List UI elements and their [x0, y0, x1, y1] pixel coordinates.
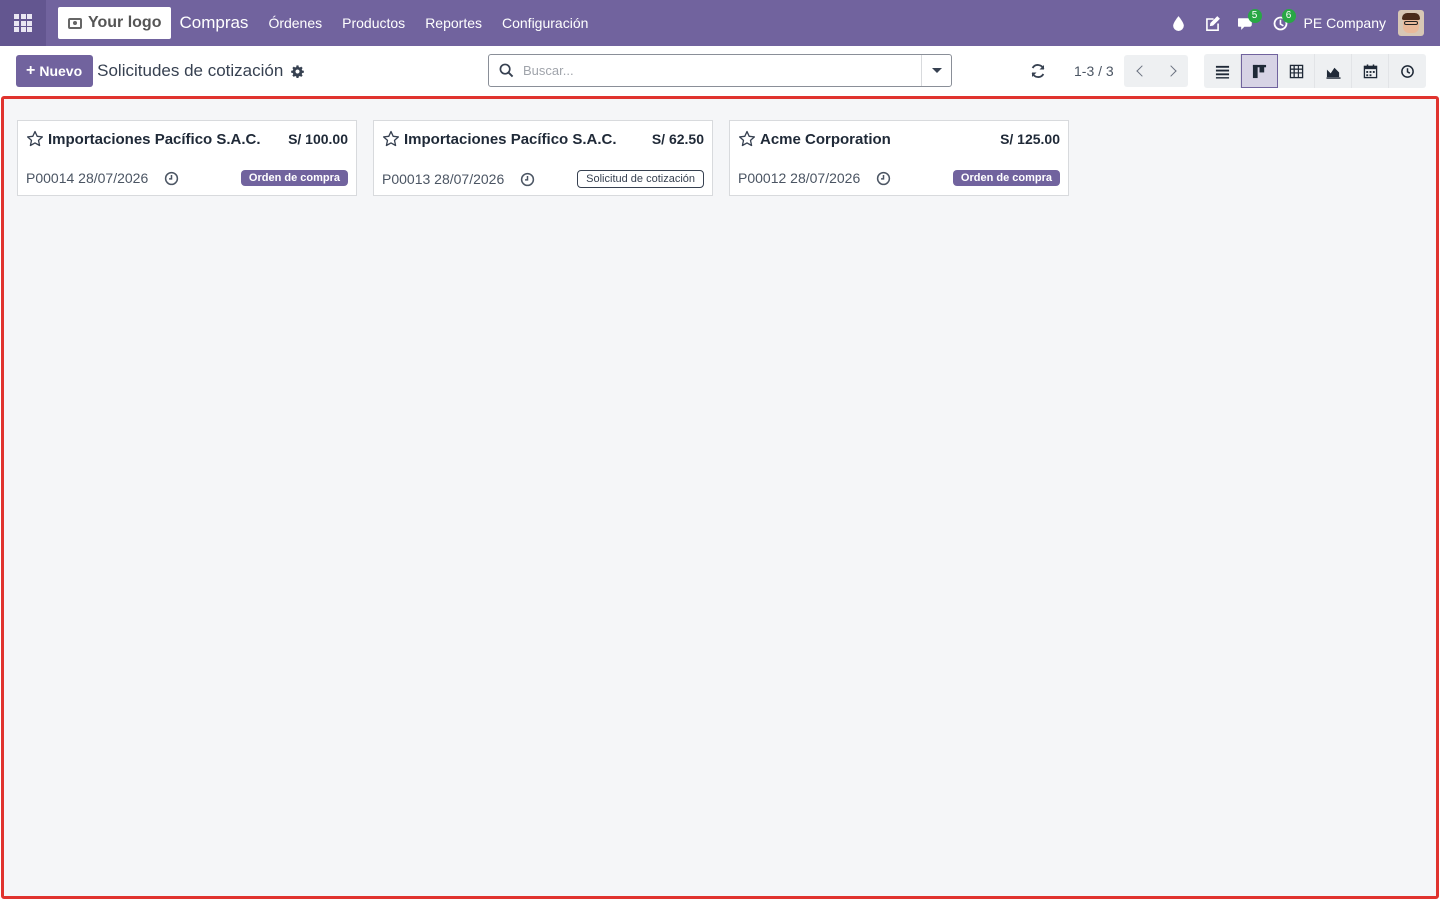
graph-view-button[interactable] [1315, 54, 1352, 88]
clock-icon[interactable] [876, 171, 891, 186]
activities-count-badge: 6 [1281, 9, 1296, 23]
activity-clock-icon[interactable]: 6 [1264, 0, 1298, 46]
clock-icon[interactable] [520, 172, 535, 187]
kanban-view: Importaciones Pacífico S.A.C. S/ 100.00 … [1, 96, 1439, 899]
gear-icon[interactable] [291, 64, 305, 78]
graph-view-icon [1325, 67, 1341, 79]
navbar-systray: 5 6 PE Company [1162, 0, 1440, 46]
star-icon[interactable] [382, 130, 400, 148]
status-badge: Orden de compra [240, 170, 348, 186]
search-bar [488, 54, 952, 87]
card-partner: Importaciones Pacífico S.A.C. [48, 130, 261, 148]
calendar-view-icon [1363, 63, 1377, 78]
company-switcher[interactable]: PE Company [1304, 15, 1386, 31]
new-button[interactable]: + Nuevo [16, 55, 94, 87]
list-view-button[interactable] [1204, 54, 1241, 88]
pager-next-button[interactable] [1156, 55, 1188, 87]
list-view-icon [1215, 65, 1229, 79]
view-switcher [1204, 54, 1426, 88]
card-partner: Acme Corporation [760, 130, 891, 148]
menu-item-reportes[interactable]: Reportes [415, 15, 492, 31]
kanban-view-button[interactable] [1241, 54, 1278, 88]
kanban-card[interactable]: Importaciones Pacífico S.A.C. S/ 62.50 P… [373, 120, 713, 196]
top-navbar: Your logo Compras Órdenes Productos Repo… [0, 0, 1440, 46]
activity-view-icon [1401, 64, 1414, 78]
card-reference: P00012 28/07/2026 [738, 170, 861, 186]
pivot-view-button[interactable] [1278, 54, 1315, 88]
kanban-card[interactable]: Acme Corporation S/ 125.00 P00012 28/07/… [729, 120, 1069, 196]
menu-item-productos[interactable]: Productos [332, 15, 415, 31]
card-amount: S/ 62.50 [651, 131, 704, 147]
star-icon[interactable] [738, 130, 756, 148]
main-menu: Órdenes Productos Reportes Configuración [258, 15, 598, 31]
kanban-view-icon [1252, 64, 1267, 78]
messages-count-badge: 5 [1247, 9, 1262, 23]
avatar[interactable] [1398, 10, 1424, 36]
app-name[interactable]: Compras [179, 13, 248, 33]
logo-text: Your logo [88, 14, 162, 31]
plus-icon: + [26, 62, 36, 79]
company-logo[interactable]: Your logo [58, 7, 172, 39]
card-partner: Importaciones Pacífico S.A.C. [404, 130, 617, 148]
apps-menu-button[interactable] [0, 0, 46, 46]
activity-view-button[interactable] [1389, 54, 1426, 88]
caret-down-icon [931, 68, 942, 73]
new-button-label: Nuevo [39, 63, 83, 79]
pager-previous-button[interactable] [1124, 55, 1156, 87]
camera-icon [68, 17, 82, 29]
pivot-view-icon [1289, 64, 1303, 78]
apps-grid-icon [14, 14, 32, 32]
kanban-card[interactable]: Importaciones Pacífico S.A.C. S/ 100.00 … [17, 120, 357, 196]
menu-item-ordenes[interactable]: Órdenes [258, 15, 332, 31]
reload-icon[interactable] [1030, 63, 1046, 79]
calendar-view-button[interactable] [1352, 54, 1389, 88]
menu-item-configuracion[interactable]: Configuración [492, 15, 598, 31]
chevron-right-icon [1164, 65, 1177, 77]
status-badge: Solicitud de cotización [577, 170, 704, 188]
chevron-left-icon [1135, 65, 1148, 77]
search-options-toggle[interactable] [921, 55, 951, 86]
droplet-icon[interactable] [1162, 0, 1196, 46]
star-icon[interactable] [26, 130, 44, 148]
breadcrumb: Solicitudes de cotización [97, 61, 284, 80]
card-reference: P00013 28/07/2026 [382, 171, 505, 187]
card-amount: S/ 100.00 [288, 131, 348, 147]
chat-icon[interactable]: 5 [1230, 0, 1264, 46]
search-icon [489, 63, 523, 78]
status-badge: Orden de compra [952, 170, 1060, 186]
card-amount: S/ 125.00 [1000, 131, 1060, 147]
pager-value[interactable]: 1-3 / 3 [1074, 63, 1114, 79]
search-input[interactable] [523, 63, 921, 78]
card-reference: P00014 28/07/2026 [26, 170, 149, 186]
edit-icon[interactable] [1196, 0, 1230, 46]
clock-icon[interactable] [164, 171, 179, 186]
